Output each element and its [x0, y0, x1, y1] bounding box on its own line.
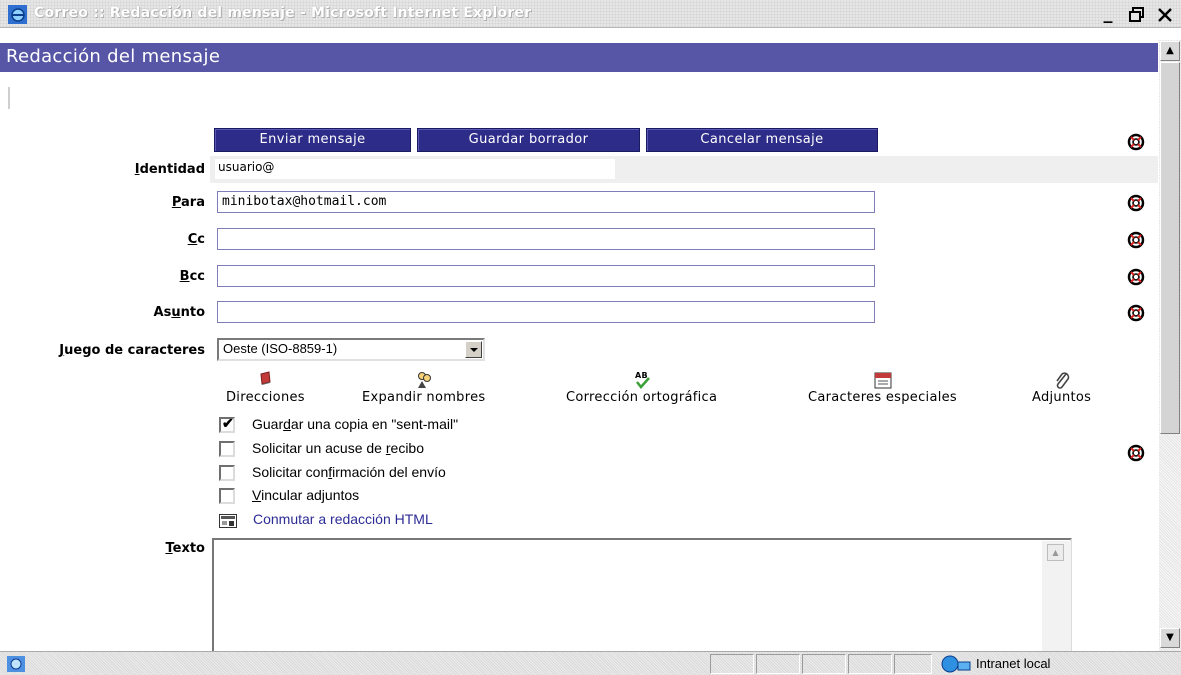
special-characters-icon	[874, 372, 891, 389]
chevron-down-icon[interactable]	[465, 341, 482, 358]
addresses-label: Direcciones	[226, 390, 305, 405]
spellcheck-button[interactable]: AB Corrección ortográfica	[566, 370, 717, 405]
option-label: Solicitar confirmación del envío	[252, 464, 446, 480]
switch-to-html-link[interactable]: Conmutar a redacción HTML	[253, 511, 433, 527]
checkbox[interactable]	[219, 465, 235, 481]
addresses-button[interactable]: Direcciones	[226, 370, 305, 405]
to-field[interactable]: minibotax@hotmail.com	[217, 191, 875, 213]
scroll-up-arrow-icon[interactable]: ▲	[1047, 544, 1064, 561]
charset-select[interactable]: Oeste (ISO-8859-1)	[217, 338, 485, 361]
status-cell	[802, 654, 846, 674]
status-bar: Intranet local	[0, 651, 1181, 675]
window-titlebar: Correo :: Redacción del mensaje - Micros…	[0, 0, 1181, 28]
paperclip-icon	[1055, 372, 1069, 389]
restore-icon	[1129, 7, 1144, 22]
spellcheck-icon: AB	[635, 371, 650, 389]
status-cell	[710, 654, 754, 674]
minimize-button[interactable]: _	[1096, 4, 1120, 26]
bcc-label: Bcc	[179, 269, 205, 284]
page-icon	[7, 656, 25, 672]
send-message-button[interactable]: Enviar mensaje	[214, 128, 411, 152]
scrollbar-thumb[interactable]	[1160, 62, 1180, 434]
attachments-label: Adjuntos	[1032, 390, 1092, 405]
compose-html-icon[interactable]	[219, 514, 237, 528]
charset-selected: Oeste (ISO-8859-1)	[223, 341, 338, 356]
expand-names-label: Expandir nombres	[362, 390, 486, 405]
help-icon[interactable]	[1127, 194, 1145, 212]
option-label: Solicitar un acuse de recibo	[252, 440, 424, 456]
status-cell	[756, 654, 800, 674]
divider	[8, 87, 10, 109]
attachments-button[interactable]: Adjuntos	[1032, 370, 1091, 405]
charset-label: Juego de caracteres	[59, 343, 205, 358]
scroll-down-arrow-icon[interactable]: ▼	[1160, 628, 1180, 648]
internet-explorer-icon	[8, 5, 27, 24]
checkbox[interactable]	[219, 441, 235, 457]
page-vertical-scrollbar[interactable]: ▲ ▼	[1159, 40, 1181, 651]
window-title: Correo :: Redacción del mensaje - Micros…	[34, 5, 532, 21]
page-heading: Redacción del mensaje	[0, 43, 1158, 72]
close-icon	[1158, 8, 1172, 22]
save-draft-button[interactable]: Guardar borrador	[417, 128, 640, 152]
help-icon[interactable]	[1127, 304, 1145, 322]
help-icon[interactable]	[1127, 444, 1145, 462]
restore-button[interactable]	[1125, 4, 1149, 26]
help-icon[interactable]	[1127, 268, 1145, 286]
svg-text:AB: AB	[635, 371, 648, 380]
option-label: Guardar una copia en "sent-mail"	[252, 416, 459, 432]
cc-label: Cc	[187, 232, 205, 247]
close-button[interactable]	[1153, 4, 1177, 26]
to-label: Para	[171, 195, 205, 210]
special-characters-label: Caracteres especiales	[808, 390, 957, 405]
scroll-up-arrow-icon[interactable]: ▲	[1160, 41, 1180, 61]
help-icon[interactable]	[1127, 133, 1145, 151]
address-book-icon	[260, 371, 271, 385]
help-icon[interactable]	[1127, 231, 1145, 249]
people-icon	[417, 372, 431, 388]
special-characters-button[interactable]: Caracteres especiales	[808, 370, 957, 405]
subject-field[interactable]	[217, 301, 875, 323]
identity-label: Identidad	[134, 162, 205, 177]
message-body-textarea[interactable]	[212, 538, 1072, 651]
checkmark-icon: ✔	[222, 415, 234, 431]
cancel-message-button[interactable]: Cancelar mensaje	[646, 128, 878, 152]
checkbox-checked[interactable]: ✔	[219, 415, 235, 433]
intranet-zone-icon	[941, 655, 971, 673]
subject-label: Asunto	[153, 305, 205, 320]
checkbox[interactable]	[219, 488, 235, 504]
bcc-field[interactable]	[217, 265, 875, 287]
identity-field[interactable]: usuario@	[215, 159, 615, 179]
spellcheck-label: Corrección ortográfica	[566, 390, 718, 405]
status-cell	[894, 654, 932, 674]
option-label: Vincular adjuntos	[252, 487, 360, 503]
body-label: Texto	[165, 541, 205, 556]
expand-names-button[interactable]: Expandir nombres	[362, 370, 485, 405]
status-cell	[848, 654, 892, 674]
textarea-scrollbar[interactable]: ▲	[1042, 541, 1071, 651]
security-zone-label: Intranet local	[976, 656, 1051, 671]
cc-field[interactable]	[217, 228, 875, 250]
